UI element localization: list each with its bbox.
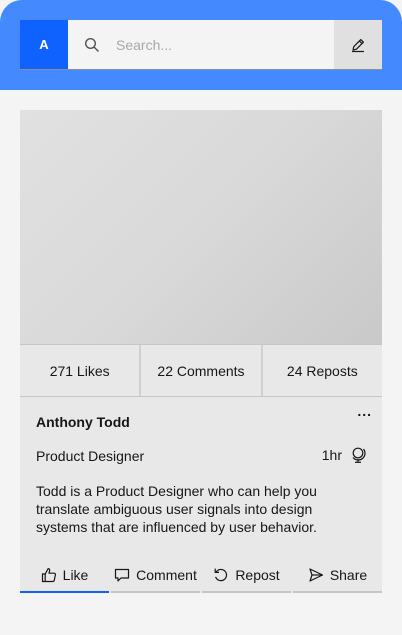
author-name: Anthony Todd <box>36 414 130 430</box>
post-stats: 271 Likes 22 Comments 24 Reposts <box>20 344 382 397</box>
search-icon <box>68 20 116 69</box>
globe-icon <box>350 446 366 464</box>
pencil-icon <box>350 37 366 53</box>
repost-icon <box>213 567 229 583</box>
post-card: 271 Likes 22 Comments 24 Reposts Anthony… <box>20 110 382 593</box>
share-label: Share <box>329 566 368 583</box>
comment-button[interactable]: Comment <box>111 558 200 593</box>
post-time: 1hr <box>322 446 366 464</box>
comment-icon <box>114 567 130 583</box>
search-input[interactable] <box>116 20 334 69</box>
comments-count[interactable]: 22 Comments <box>139 345 260 396</box>
repost-button[interactable]: Repost <box>202 558 291 593</box>
post-actions: Like Comment Repost Share <box>20 558 382 593</box>
author-role: Product Designer <box>36 448 145 464</box>
post-description: Todd is a Product Designer who can help … <box>36 483 317 535</box>
post-time-label: 1hr <box>321 447 342 463</box>
like-button[interactable]: Like <box>20 558 109 593</box>
search-bar: A <box>20 20 382 70</box>
edit-button[interactable] <box>334 20 382 69</box>
share-button[interactable]: Share <box>293 558 382 593</box>
thumbs-up-icon <box>41 567 57 583</box>
likes-count[interactable]: 271 Likes <box>20 345 139 396</box>
like-label: Like <box>62 566 89 583</box>
comment-label: Comment <box>136 566 197 583</box>
app-header: A <box>0 0 402 90</box>
post-image[interactable] <box>20 110 382 344</box>
send-icon <box>308 567 324 583</box>
overflow-menu-button[interactable]: ... <box>357 403 372 419</box>
avatar[interactable]: A <box>20 20 68 69</box>
repost-label: Repost <box>235 566 280 583</box>
reposts-count[interactable]: 24 Reposts <box>260 345 382 396</box>
